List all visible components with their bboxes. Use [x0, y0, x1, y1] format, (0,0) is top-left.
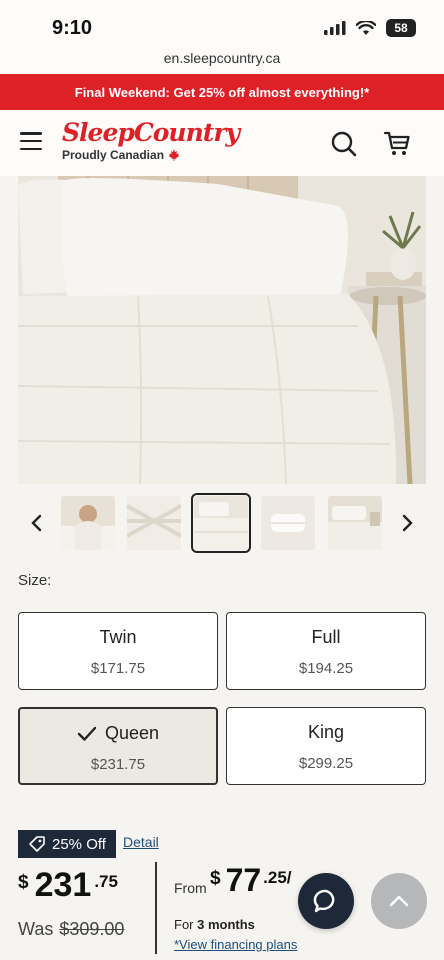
scroll-to-top-button[interactable] — [371, 873, 427, 929]
discount-badge: 25% Off — [18, 830, 116, 858]
url-bar[interactable]: en.sleepcountry.ca — [0, 50, 444, 74]
finance-from-label: From — [174, 880, 207, 896]
current-price: $ 231 .75 — [18, 866, 118, 905]
chevron-left-icon[interactable] — [24, 508, 48, 538]
finance-cents: .25/ — [263, 868, 292, 887]
tagline-text: Proudly Canadian — [62, 148, 165, 162]
size-option-queen[interactable]: Queen $231.75 — [18, 707, 218, 785]
price-currency: $ — [18, 872, 29, 893]
chevron-right-icon[interactable] — [396, 508, 420, 538]
thumbnail-3[interactable] — [191, 493, 251, 553]
size-label: Size: — [18, 572, 52, 589]
chevron-up-icon — [389, 895, 409, 907]
finance-dollars: 77 — [225, 862, 262, 898]
price-cents: .75 — [94, 872, 118, 891]
wifi-icon — [356, 20, 376, 35]
discount-text: 25% Off — [52, 835, 106, 853]
was-price: Was $309.00 — [18, 919, 124, 940]
status-time: 9:10 — [52, 17, 93, 39]
product-image[interactable] — [18, 176, 426, 484]
thumbnail-carousel — [18, 493, 426, 553]
chat-icon — [313, 889, 335, 913]
size-option-twin[interactable]: Twin $171.75 — [18, 612, 218, 690]
size-price: $171.75 — [90, 660, 146, 677]
finance-term: For 3 months — [174, 917, 255, 932]
size-name: King — [307, 722, 345, 742]
status-bar: 9:10 58 — [0, 0, 444, 54]
detail-link[interactable]: Detail — [123, 834, 159, 850]
size-price: $194.25 — [298, 660, 354, 677]
status-icons: 58 — [324, 19, 416, 37]
price-divider — [155, 862, 157, 954]
size-name: Queen — [104, 723, 160, 743]
chat-button[interactable] — [298, 873, 354, 929]
menu-icon[interactable] — [20, 132, 42, 150]
finance-term-value: 3 months — [197, 917, 255, 932]
checkmark-icon — [77, 726, 97, 741]
battery-icon: 58 — [386, 19, 416, 37]
thumbnail-4[interactable] — [261, 496, 315, 550]
site-header: SleepCountry Proudly Canadian — [0, 110, 444, 176]
search-icon[interactable] — [330, 130, 358, 158]
thumbnail-1[interactable] — [61, 496, 115, 550]
was-amount: $309.00 — [59, 919, 125, 939]
logo-text: SleepCountry — [62, 118, 240, 147]
size-name: Twin — [99, 627, 137, 647]
thumbnail-2[interactable] — [127, 496, 181, 550]
cart-icon[interactable] — [383, 130, 411, 158]
size-option-king[interactable]: King $299.25 — [226, 707, 426, 785]
size-option-full[interactable]: Full $194.25 — [226, 612, 426, 690]
logo-tagline: Proudly Canadian — [62, 148, 239, 162]
size-name: Full — [311, 627, 341, 647]
financing-plans-link[interactable]: *View financing plans — [174, 937, 297, 952]
size-price: $231.75 — [90, 756, 146, 773]
was-label: Was — [18, 919, 54, 939]
finance-price: $ 77 .25/ — [210, 862, 292, 899]
finance-term-prefix: For — [174, 917, 194, 932]
thumbnail-5[interactable] — [328, 496, 382, 550]
signal-icon — [324, 21, 346, 35]
finance-currency: $ — [210, 868, 221, 889]
logo[interactable]: SleepCountry Proudly Canadian — [62, 118, 240, 162]
size-price: $299.25 — [298, 755, 354, 772]
tag-icon — [29, 836, 45, 852]
price-dollars: 231 — [34, 866, 92, 904]
promo-banner[interactable]: Final Weekend: Get 25% off almost everyt… — [0, 74, 444, 110]
maple-leaf-icon — [168, 149, 180, 161]
